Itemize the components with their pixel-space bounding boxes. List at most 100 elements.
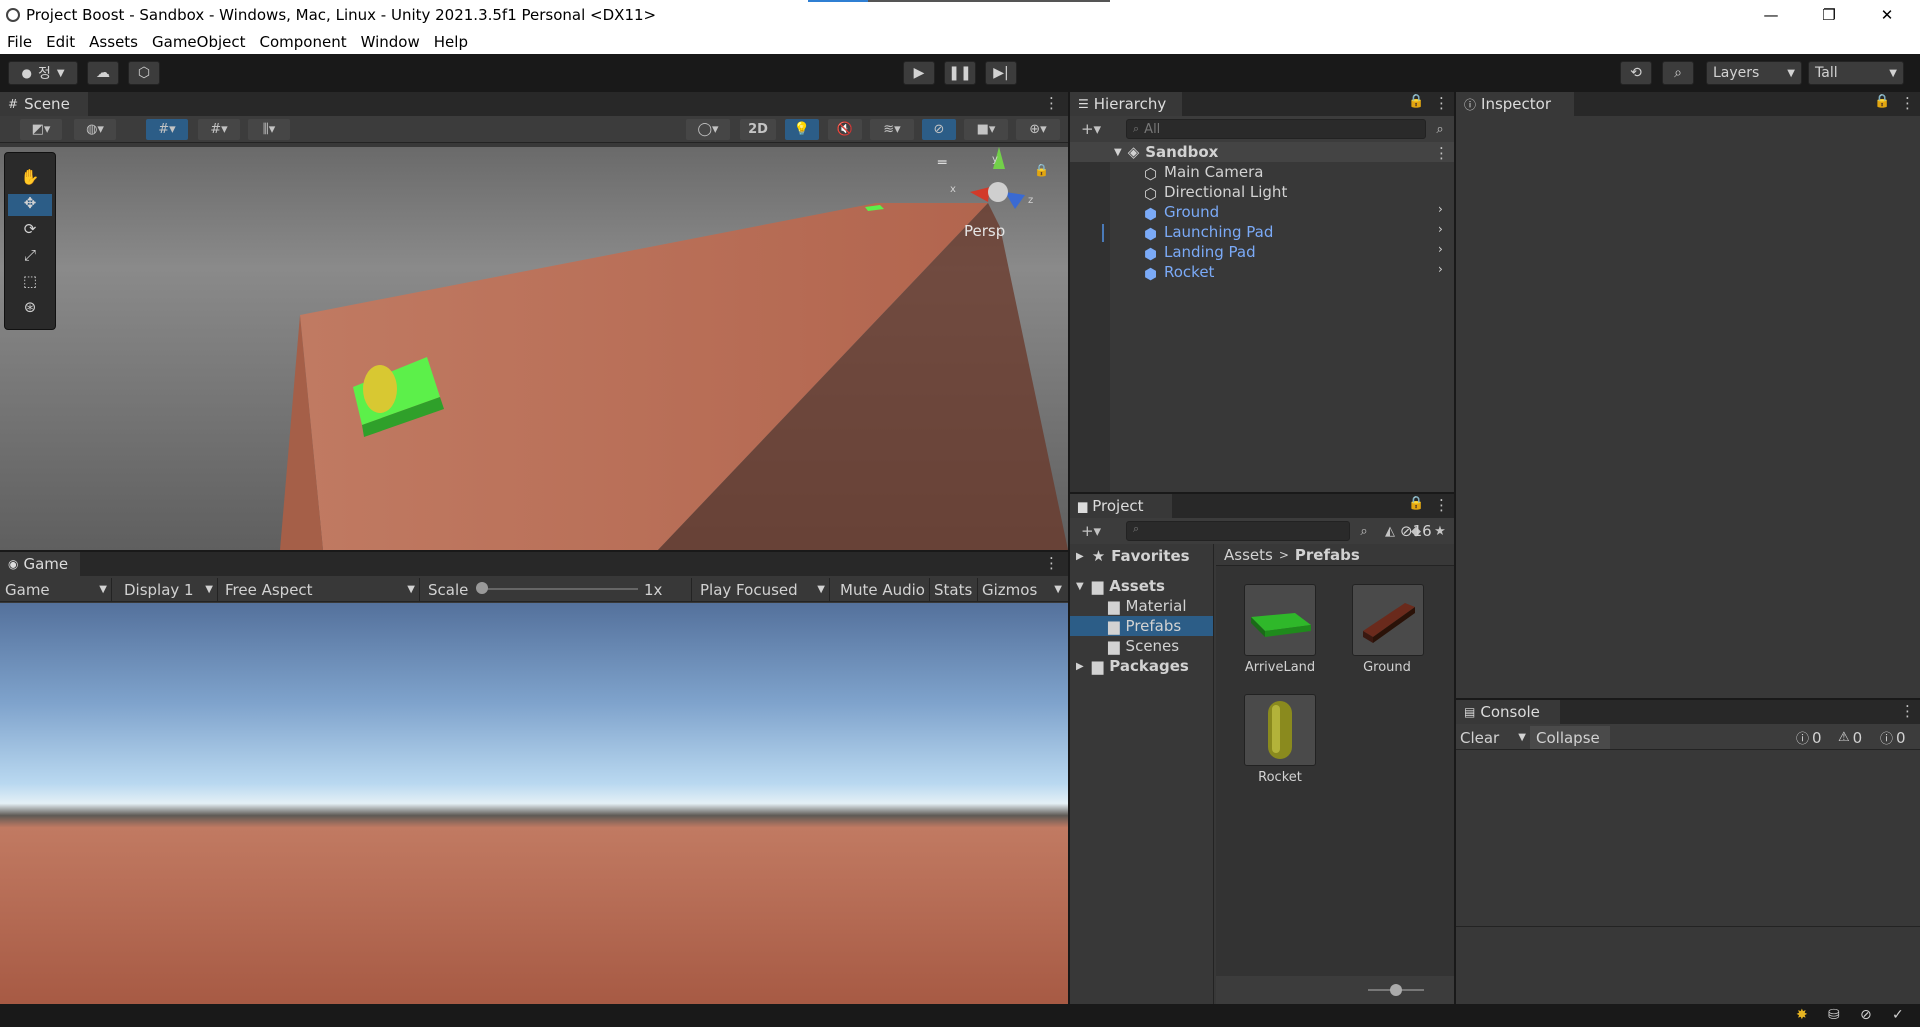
menu-window[interactable]: Window — [354, 33, 427, 51]
folder-material[interactable]: ▆ Material — [1108, 596, 1186, 616]
menu-help[interactable]: Help — [427, 33, 475, 51]
camera-button[interactable]: ■▾ — [964, 119, 1008, 140]
scale-slider-thumb[interactable] — [476, 582, 488, 594]
hierarchy-item-ground[interactable]: ⬢ Ground — [1144, 202, 1219, 223]
warning-count-toggle[interactable]: ⚠ 0 — [1838, 726, 1878, 749]
restore-button[interactable]: ❐ — [1800, 0, 1858, 29]
display-dropdown[interactable]: Display 1 ▼ — [118, 578, 218, 601]
draw-mode-button[interactable]: ◩▾ — [20, 119, 62, 140]
aspect-dropdown[interactable]: Free Aspect ▼ — [222, 578, 420, 601]
close-button[interactable]: ✕ — [1858, 0, 1916, 29]
lighting-bake-icon[interactable]: ✸ — [1796, 1007, 1808, 1023]
history-button[interactable]: ⟲ — [1620, 61, 1652, 85]
assets-row[interactable]: ▼ ▆ Assets — [1076, 576, 1165, 596]
menu-edit[interactable]: Edit — [39, 33, 82, 51]
2d-toggle[interactable]: 2D — [740, 119, 776, 140]
search-button[interactable]: ⌕ — [1662, 61, 1694, 85]
minimize-button[interactable]: — — [1742, 0, 1800, 29]
cache-server-icon[interactable]: ⛁ — [1828, 1007, 1840, 1023]
grid-snap-button[interactable]: #▾ — [146, 119, 188, 140]
folder-scenes[interactable]: ▆ Scenes — [1108, 636, 1179, 656]
prefab-ground-thumbnail[interactable] — [1352, 584, 1424, 656]
favorites-row[interactable]: ▶ ★ Favorites — [1076, 546, 1190, 566]
tab-project[interactable]: ▆ Project — [1070, 494, 1172, 518]
prefab-rocket-thumbnail[interactable] — [1244, 694, 1316, 766]
gizmo-menu-icon[interactable]: ═ — [938, 155, 946, 171]
scene-lock-icon[interactable]: 🔒 — [1034, 163, 1049, 177]
chevron-right-icon[interactable]: › — [1438, 202, 1443, 216]
packages-row[interactable]: ▶ ▆ Packages — [1076, 656, 1189, 676]
menu-file[interactable]: File — [0, 33, 39, 51]
account-button[interactable]: ● 정 ▼ — [8, 61, 78, 85]
prefab-arriveland-thumbnail[interactable] — [1244, 584, 1316, 656]
hierarchy-lock-icon[interactable]: 🔒 — [1408, 94, 1424, 109]
rect-tool-icon[interactable]: ⬚ — [8, 272, 52, 294]
breadcrumb-prefabs[interactable]: Prefabs — [1295, 546, 1360, 564]
log-count-toggle[interactable]: ⓘ 0 — [1796, 726, 1836, 749]
rotate-tool-icon[interactable]: ⟳ — [8, 220, 52, 242]
scene-row[interactable]: ▼ ◈ Sandbox — [1114, 142, 1218, 162]
project-kebab-icon[interactable]: ⋮ — [1434, 496, 1449, 514]
tab-console[interactable]: ▤ Console — [1456, 700, 1560, 724]
chevron-right-icon[interactable]: › — [1438, 262, 1443, 276]
grid-visibility-button[interactable]: #▾ — [198, 119, 240, 140]
inspector-kebab-icon[interactable]: ⋮ — [1900, 94, 1915, 112]
global-button[interactable]: ◍▾ — [74, 119, 116, 140]
breadcrumb-assets[interactable]: Assets — [1224, 546, 1273, 564]
tab-inspector[interactable]: ⓘ Inspector — [1456, 92, 1574, 116]
hierarchy-item-launching-pad[interactable]: ⬢ Launching Pad — [1144, 222, 1273, 243]
clear-button[interactable]: Clear ▼ — [1460, 726, 1526, 749]
cloud-button[interactable]: ☁ — [87, 61, 119, 85]
game-kebab-icon[interactable]: ⋮ — [1044, 554, 1059, 572]
tab-game[interactable]: ◉ Game — [0, 552, 80, 576]
filter-type-icon[interactable]: ◭ — [1380, 521, 1400, 542]
chevron-right-icon[interactable]: › — [1438, 222, 1443, 236]
thumbnail-size-slider-thumb[interactable] — [1390, 984, 1402, 996]
inspector-lock-icon[interactable]: 🔒 — [1874, 94, 1890, 109]
menu-assets[interactable]: Assets — [82, 33, 145, 51]
scene-kebab-icon[interactable]: ⋮ — [1044, 94, 1059, 112]
hidden-objects-toggle[interactable]: ⊘ — [922, 119, 956, 140]
layout-dropdown[interactable]: Tall ▼ — [1808, 61, 1904, 85]
menu-gameobject[interactable]: GameObject — [145, 33, 253, 51]
folder-prefabs[interactable]: ▆ Prefabs — [1108, 616, 1181, 636]
search-options-icon[interactable]: ⌕ — [1354, 521, 1374, 542]
console-kebab-icon[interactable]: ⋮ — [1900, 702, 1915, 720]
play-button[interactable]: ▶ — [903, 61, 935, 85]
scene-viewport[interactable]: x y z Persp 🔒 ═ — [0, 147, 1068, 550]
hierarchy-item-rocket[interactable]: ⬢ Rocket — [1144, 262, 1214, 283]
hierarchy-search-input[interactable]: ⌕ All — [1126, 119, 1426, 139]
tab-scene[interactable]: # Scene — [0, 92, 88, 116]
tab-hierarchy[interactable]: ☰ Hierarchy — [1070, 92, 1182, 116]
step-button[interactable]: ▶| — [985, 61, 1017, 85]
hierarchy-add-button[interactable]: +▾ — [1074, 118, 1108, 139]
project-add-button[interactable]: +▾ — [1074, 520, 1108, 541]
shading-button[interactable]: ◯▾ — [686, 119, 730, 140]
mute-audio-toggle[interactable]: Mute Audio — [838, 578, 930, 601]
increment-snap-button[interactable]: ⫼▾ — [248, 119, 290, 140]
hierarchy-item-landing-pad[interactable]: ⬢ Landing Pad — [1144, 242, 1256, 263]
pause-button[interactable]: ❚❚ — [944, 61, 976, 85]
audio-toggle[interactable]: 🔇 — [828, 119, 862, 140]
project-lock-icon[interactable]: 🔒 — [1408, 496, 1424, 511]
transform-tool-icon[interactable]: ⊛ — [8, 298, 52, 320]
hierarchy-item-directional-light[interactable]: ⬡ Directional Light — [1144, 182, 1287, 203]
lighting-toggle[interactable]: 💡 — [785, 119, 819, 140]
hierarchy-item-main-camera[interactable]: ⬡ Main Camera — [1144, 162, 1263, 183]
menu-component[interactable]: Component — [253, 33, 354, 51]
error-count-toggle[interactable]: ⓘ 0 — [1880, 726, 1918, 749]
debug-mode-icon[interactable]: ⊘ — [1860, 1007, 1872, 1023]
collapse-toggle[interactable]: Collapse — [1530, 726, 1610, 749]
scale-slider-track[interactable] — [478, 588, 638, 590]
hand-tool-icon[interactable]: ✋ — [8, 168, 52, 190]
play-focused-dropdown[interactable]: Play Focused ▼ — [700, 578, 830, 601]
persp-toggle[interactable]: Persp — [964, 222, 1005, 240]
project-search-input[interactable]: ⌕ — [1126, 521, 1350, 541]
scene-row-kebab-icon[interactable]: ⋮ — [1434, 144, 1449, 162]
game-view-dropdown[interactable]: Game ▼ — [0, 578, 112, 601]
effects-button[interactable]: ≋▾ — [870, 119, 914, 140]
chevron-right-icon[interactable]: › — [1438, 242, 1443, 256]
gizmos-button[interactable]: ⊕▾ — [1016, 119, 1060, 140]
hidden-count[interactable]: ⊘ 16 — [1400, 521, 1454, 541]
game-viewport[interactable] — [0, 603, 1068, 1004]
